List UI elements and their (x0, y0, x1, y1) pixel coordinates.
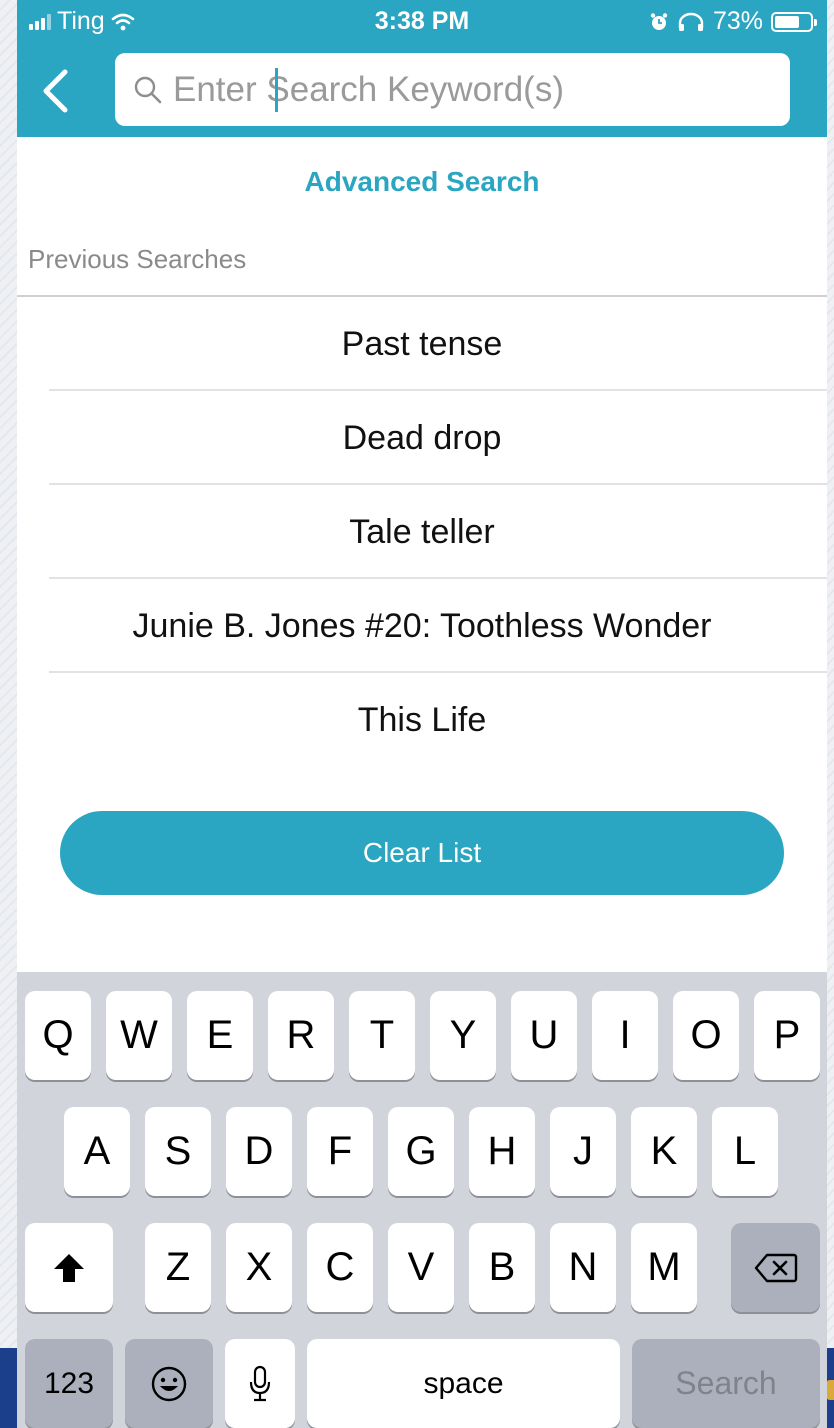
key-l[interactable]: L (712, 1107, 778, 1196)
back-button[interactable] (35, 66, 75, 116)
search-icon (134, 76, 162, 103)
battery-percent: 73% (712, 7, 763, 35)
key-j[interactable]: J (550, 1107, 616, 1196)
key-i[interactable]: I (592, 991, 658, 1080)
headphones-icon (678, 12, 704, 31)
key-r[interactable]: R (268, 991, 334, 1080)
key-b[interactable]: B (469, 1223, 535, 1312)
key-s[interactable]: S (145, 1107, 211, 1196)
key-t[interactable]: T (349, 991, 415, 1080)
battery-icon (771, 11, 817, 32)
key-v[interactable]: V (388, 1223, 454, 1312)
key-w[interactable]: W (106, 991, 172, 1080)
key-a[interactable]: A (64, 1107, 130, 1196)
key-e[interactable]: E (187, 991, 253, 1080)
list-item[interactable]: Dead drop (17, 391, 827, 485)
key-h[interactable]: H (469, 1107, 535, 1196)
status-right: 73% (649, 7, 817, 36)
key-z[interactable]: Z (145, 1223, 211, 1312)
key-k[interactable]: K (631, 1107, 697, 1196)
list-item[interactable]: Tale teller (17, 485, 827, 579)
phone-screen: Ting 3:38 PM 73% Enter Search Keyword(s)… (17, 0, 827, 1428)
status-bar: Ting 3:38 PM 73% (17, 0, 827, 44)
key-f[interactable]: F (307, 1107, 373, 1196)
emoji-key[interactable] (125, 1339, 213, 1428)
key-c[interactable]: C (307, 1223, 373, 1312)
shift-key[interactable] (25, 1223, 113, 1312)
emoji-icon (151, 1366, 187, 1401)
list-item[interactable]: Past tense (17, 297, 827, 391)
delete-key[interactable] (731, 1223, 820, 1312)
key-x[interactable]: X (226, 1223, 292, 1312)
key-u[interactable]: U (511, 991, 577, 1080)
search-field-container[interactable] (115, 53, 790, 126)
list-item[interactable]: Junie B. Jones #20: Toothless Wonder (17, 579, 827, 673)
footer-accent (826, 1380, 834, 1400)
shift-icon (54, 1253, 84, 1282)
clear-list-button[interactable]: Clear List (60, 811, 784, 895)
key-n[interactable]: N (550, 1223, 616, 1312)
text-cursor (275, 68, 278, 112)
key-p[interactable]: P (754, 991, 820, 1080)
microphone-icon (249, 1365, 271, 1401)
previous-searches-list: Past tense Dead drop Tale teller Junie B… (17, 297, 827, 767)
search-key[interactable]: Search (632, 1339, 820, 1428)
delete-icon (754, 1253, 797, 1282)
back-chevron-icon (43, 69, 68, 113)
alarm-icon (650, 12, 668, 30)
numbers-key[interactable]: 123 (25, 1339, 113, 1428)
dictation-key[interactable] (225, 1339, 295, 1428)
list-item[interactable]: This Life (17, 673, 827, 767)
key-y[interactable]: Y (430, 991, 496, 1080)
previous-searches-heading: Previous Searches (28, 244, 247, 274)
app-header: Ting 3:38 PM 73% (17, 0, 827, 137)
key-d[interactable]: D (226, 1107, 292, 1196)
onscreen-keyboard: Q W E R T Y U I O P A S D F G H J K L Z … (17, 972, 827, 1428)
key-m[interactable]: M (631, 1223, 697, 1312)
search-input[interactable] (173, 69, 753, 110)
key-g[interactable]: G (388, 1107, 454, 1196)
space-key[interactable]: space (307, 1339, 620, 1428)
advanced-search-link[interactable]: Advanced Search (17, 166, 827, 198)
key-o[interactable]: O (673, 991, 739, 1080)
key-q[interactable]: Q (25, 991, 91, 1080)
